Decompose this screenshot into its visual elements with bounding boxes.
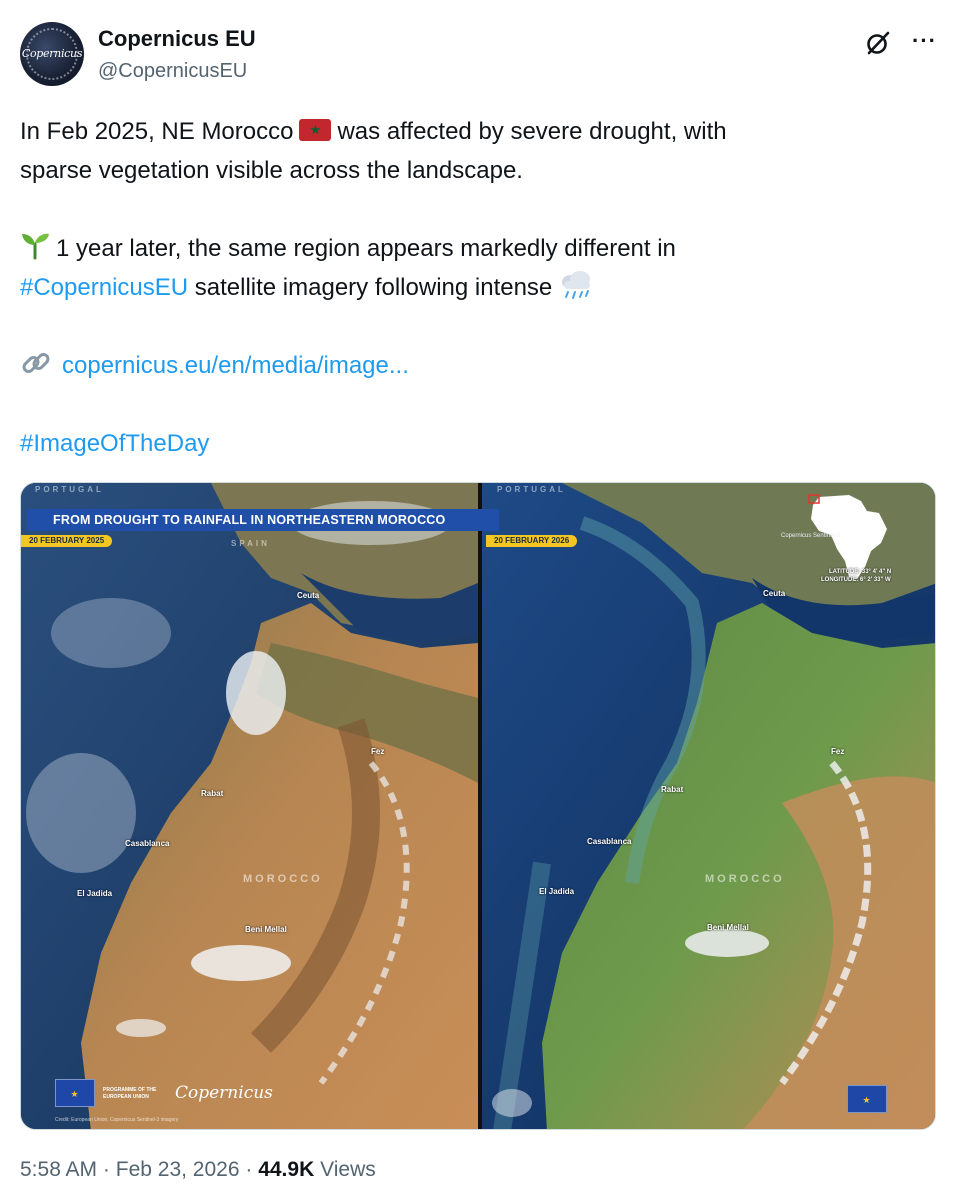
- date-tag-2026: 20 FEBRUARY 2026: [486, 535, 578, 547]
- tweet-hashtag-line: #ImageOfTheDay: [20, 424, 941, 463]
- sentinel-label: Copernicus Sentinel-3: [781, 533, 841, 539]
- longitude-readout: LONGITUDE: 6° 2' 33" W: [821, 577, 891, 583]
- tweet-date[interactable]: Feb 23, 2026: [116, 1158, 240, 1181]
- seedling-icon: [22, 233, 49, 260]
- programme-label: PROGRAMME OF THE EUROPEAN UNION: [103, 1087, 157, 1100]
- eu-flag-icon-right: [847, 1085, 887, 1113]
- label-portugal-right: PORTUGAL: [497, 485, 566, 494]
- eu-flag-icon: [55, 1079, 95, 1107]
- city-el-jadida-left: El Jadida: [77, 889, 113, 898]
- tweet-line-3: 1 year later, the same region appears ma…: [20, 229, 941, 268]
- user-handle[interactable]: @CopernicusEU: [98, 60, 247, 83]
- media-banner: FROM DROUGHT TO RAINFALL IN NORTHEASTERN…: [27, 509, 499, 531]
- city-fez-right: Fez: [831, 747, 845, 756]
- footer-separator: ·: [102, 1158, 110, 1181]
- satellite-map-2025: [21, 483, 478, 1129]
- city-rabat-left: Rabat: [201, 789, 224, 798]
- avatar[interactable]: Copernicus: [20, 22, 84, 86]
- latitude-readout: LATITUDE: 33° 4' 4" N: [829, 569, 892, 575]
- hashtag-copernicuseu[interactable]: #CopernicusEU: [20, 274, 188, 301]
- africa-map-icon: [808, 494, 887, 579]
- grok-icon[interactable]: [865, 30, 891, 56]
- city-fez-left: Fez: [371, 747, 385, 756]
- date-tag-2025: 20 FEBRUARY 2025: [21, 535, 113, 547]
- morocco-flag-icon: [299, 119, 332, 141]
- tweet-text-4: satellite imagery following intense: [194, 274, 553, 301]
- label-morocco-left: MOROCCO: [243, 873, 323, 885]
- hashtag-imageoftheday[interactable]: #ImageOfTheDay: [20, 430, 209, 457]
- display-name[interactable]: Copernicus EU: [98, 26, 256, 52]
- tweet-footer: 5:58 AM · Feb 23, 2026 · 44.9K Views: [20, 1158, 376, 1182]
- tweet-body: In Feb 2025, NE Morocco was affected by s…: [20, 112, 941, 463]
- rain-cloud-icon: [562, 271, 591, 299]
- label-morocco-right: MOROCCO: [705, 873, 785, 885]
- copernicus-logo: Copernicus: [175, 1083, 273, 1103]
- tweet-link-line: copernicus.eu/en/media/image...: [20, 346, 941, 385]
- tweet-text-1a: In Feb 2025, NE Morocco: [20, 118, 294, 145]
- tweet-time[interactable]: 5:58 AM: [20, 1158, 97, 1181]
- city-beni-mellal-right: Beni Mellal: [707, 923, 749, 932]
- media-image[interactable]: FROM DROUGHT TO RAINFALL IN NORTHEASTERN…: [20, 482, 936, 1130]
- footer-separator: ·: [245, 1158, 253, 1181]
- image-credit: Credit: European Union, Copernicus Senti…: [55, 1117, 179, 1123]
- tweet-text-3: 1 year later, the same region appears ma…: [56, 235, 676, 262]
- label-spain-left: SPAIN: [231, 539, 270, 548]
- city-beni-mellal-left: Beni Mellal: [245, 925, 287, 934]
- views-label: Views: [320, 1158, 376, 1181]
- city-el-jadida-right: El Jadida: [539, 887, 575, 896]
- tweet-text-1b: was affected by severe drought, with: [337, 118, 727, 145]
- city-ceuta-left: Ceuta: [297, 591, 320, 600]
- label-portugal-left: PORTUGAL: [35, 485, 104, 494]
- city-casablanca-left: Casablanca: [125, 839, 170, 848]
- link-icon: [22, 353, 50, 373]
- city-casablanca-right: Casablanca: [587, 837, 632, 846]
- avatar-logo-text: Copernicus: [21, 47, 83, 60]
- tweet-header: Copernicus Copernicus EU @CopernicusEU ·…: [20, 22, 941, 88]
- tweet-line-4: #CopernicusEU satellite imagery followin…: [20, 268, 941, 307]
- more-icon[interactable]: ···: [912, 28, 937, 54]
- africa-inset-map: LATITUDE: 33° 4' 4" N LONGITUDE: 6° 2' 3…: [779, 487, 929, 591]
- tweet-line-2: sparse vegetation visible across the lan…: [20, 157, 523, 184]
- media-link[interactable]: copernicus.eu/en/media/image...: [62, 352, 409, 379]
- satellite-panel-2025: [21, 483, 478, 1129]
- city-rabat-right: Rabat: [661, 785, 684, 794]
- views-count: 44.9K: [258, 1158, 315, 1181]
- tweet-line-1: In Feb 2025, NE Morocco was affected by s…: [20, 112, 941, 151]
